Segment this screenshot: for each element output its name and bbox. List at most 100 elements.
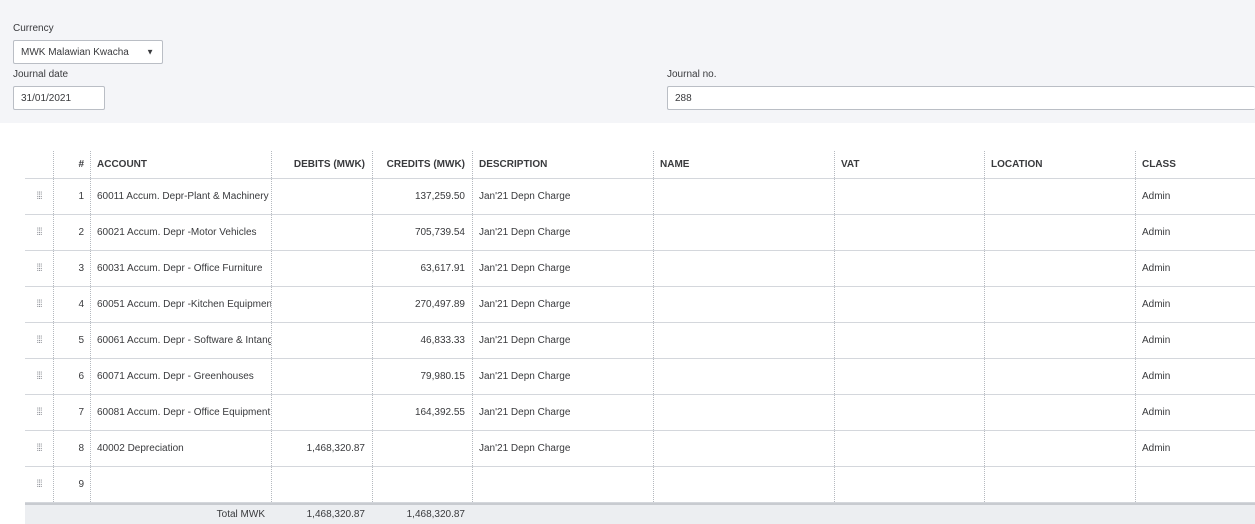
location-cell[interactable] bbox=[984, 287, 1135, 322]
drag-handle-icon[interactable]: ⁞⁞⁞ bbox=[25, 395, 53, 430]
vat-cell[interactable] bbox=[834, 467, 984, 502]
location-cell[interactable] bbox=[984, 251, 1135, 286]
col-header-num: # bbox=[78, 159, 84, 170]
table-row: ⁞⁞⁞ 6 60071 Accum. Depr - Greenhouses 79,98… bbox=[25, 359, 1255, 395]
journal-date-input[interactable]: 31/01/2021 bbox=[13, 86, 105, 110]
credit-cell[interactable]: 270,497.89 bbox=[372, 287, 472, 322]
credit-cell[interactable]: 79,980.15 bbox=[372, 359, 472, 394]
location-cell[interactable] bbox=[984, 467, 1135, 502]
account-cell[interactable] bbox=[90, 467, 271, 502]
line-number: 6 bbox=[78, 371, 84, 382]
drag-handle-icon[interactable]: ⁞⁞⁞ bbox=[25, 431, 53, 466]
class-cell[interactable] bbox=[1135, 467, 1255, 502]
class-cell[interactable]: Admin bbox=[1135, 179, 1255, 214]
account-cell[interactable]: 60021 Accum. Depr -Motor Vehicles bbox=[90, 215, 271, 250]
location-cell[interactable] bbox=[984, 359, 1135, 394]
credit-cell[interactable] bbox=[372, 467, 472, 502]
debit-cell[interactable]: 1,468,320.87 bbox=[271, 431, 372, 466]
line-number: 3 bbox=[78, 263, 84, 274]
account-cell[interactable]: 60081 Accum. Depr - Office Equipment bbox=[90, 395, 271, 430]
table-row: ⁞⁞⁞ 8 40002 Depreciation 1,468,320.87 Jan'21… bbox=[25, 431, 1255, 467]
name-cell[interactable] bbox=[653, 287, 834, 322]
name-cell[interactable] bbox=[653, 215, 834, 250]
drag-handle-icon[interactable]: ⁞⁞⁞ bbox=[25, 251, 53, 286]
location-cell[interactable] bbox=[984, 395, 1135, 430]
description-cell[interactable]: Jan'21 Depn Charge bbox=[472, 359, 653, 394]
credit-cell[interactable]: 137,259.50 bbox=[372, 179, 472, 214]
line-number: 9 bbox=[78, 479, 84, 490]
description-cell[interactable]: Jan'21 Depn Charge bbox=[472, 323, 653, 358]
currency-select[interactable]: MWK Malawian Kwacha ▼ bbox=[13, 40, 163, 64]
account-cell[interactable]: 40002 Depreciation bbox=[90, 431, 271, 466]
debit-cell[interactable] bbox=[271, 359, 372, 394]
vat-cell[interactable] bbox=[834, 359, 984, 394]
credit-cell[interactable]: 164,392.55 bbox=[372, 395, 472, 430]
currency-label: Currency bbox=[13, 23, 54, 34]
credit-cell[interactable]: 46,833.33 bbox=[372, 323, 472, 358]
vat-cell[interactable] bbox=[834, 395, 984, 430]
drag-handle-icon[interactable]: ⁞⁞⁞ bbox=[25, 287, 53, 322]
description-cell[interactable] bbox=[472, 467, 653, 502]
name-cell[interactable] bbox=[653, 359, 834, 394]
drag-handle-icon[interactable]: ⁞⁞⁞ bbox=[25, 359, 53, 394]
account-cell[interactable]: 60071 Accum. Depr - Greenhouses bbox=[90, 359, 271, 394]
table-header-row: # ACCOUNT DEBITS (MWK) CREDITS (MWK) DES… bbox=[25, 151, 1255, 179]
location-cell[interactable] bbox=[984, 323, 1135, 358]
vat-cell[interactable] bbox=[834, 323, 984, 358]
account-cell[interactable]: 60011 Accum. Depr-Plant & Machinery bbox=[90, 179, 271, 214]
class-cell[interactable]: Admin bbox=[1135, 431, 1255, 466]
credit-cell[interactable]: 63,617.91 bbox=[372, 251, 472, 286]
drag-handle-icon[interactable]: ⁞⁞⁞ bbox=[25, 179, 53, 214]
debit-cell[interactable] bbox=[271, 323, 372, 358]
vat-cell[interactable] bbox=[834, 251, 984, 286]
name-cell[interactable] bbox=[653, 431, 834, 466]
debit-cell[interactable] bbox=[271, 395, 372, 430]
description-cell[interactable]: Jan'21 Depn Charge bbox=[472, 395, 653, 430]
account-cell[interactable]: 60061 Accum. Depr - Software & Intangibl… bbox=[90, 323, 271, 358]
currency-select-value: MWK Malawian Kwacha bbox=[21, 46, 129, 58]
name-cell[interactable] bbox=[653, 323, 834, 358]
col-header-vat: VAT bbox=[841, 159, 860, 170]
debit-cell[interactable] bbox=[271, 467, 372, 502]
class-cell[interactable]: Admin bbox=[1135, 395, 1255, 430]
class-cell[interactable]: Admin bbox=[1135, 251, 1255, 286]
class-cell[interactable]: Admin bbox=[1135, 359, 1255, 394]
line-number: 8 bbox=[78, 443, 84, 454]
journal-no-input[interactable]: 288 bbox=[667, 86, 1255, 110]
description-cell[interactable]: Jan'21 Depn Charge bbox=[472, 287, 653, 322]
credit-cell[interactable] bbox=[372, 431, 472, 466]
name-cell[interactable] bbox=[653, 251, 834, 286]
name-cell[interactable] bbox=[653, 467, 834, 502]
journal-no-value: 288 bbox=[675, 92, 692, 104]
name-cell[interactable] bbox=[653, 179, 834, 214]
vat-cell[interactable] bbox=[834, 215, 984, 250]
drag-handle-icon[interactable]: ⁞⁞⁞ bbox=[25, 467, 53, 502]
debit-cell[interactable] bbox=[271, 179, 372, 214]
vat-cell[interactable] bbox=[834, 287, 984, 322]
account-cell[interactable]: 60051 Accum. Depr -Kitchen Equipment bbox=[90, 287, 271, 322]
debit-cell[interactable] bbox=[271, 251, 372, 286]
journal-date-label: Journal date bbox=[13, 69, 69, 80]
location-cell[interactable] bbox=[984, 179, 1135, 214]
debit-cell[interactable] bbox=[271, 215, 372, 250]
drag-handle-icon[interactable]: ⁞⁞⁞ bbox=[25, 215, 53, 250]
description-cell[interactable]: Jan'21 Depn Charge bbox=[472, 215, 653, 250]
location-cell[interactable] bbox=[984, 215, 1135, 250]
description-cell[interactable]: Jan'21 Depn Charge bbox=[472, 251, 653, 286]
description-cell[interactable]: Jan'21 Depn Charge bbox=[472, 179, 653, 214]
class-cell[interactable]: Admin bbox=[1135, 215, 1255, 250]
drag-handle-icon[interactable]: ⁞⁞⁞ bbox=[25, 323, 53, 358]
debit-cell[interactable] bbox=[271, 287, 372, 322]
class-cell[interactable]: Admin bbox=[1135, 323, 1255, 358]
table-row: ⁞⁞⁞ 4 60051 Accum. Depr -Kitchen Equipment… bbox=[25, 287, 1255, 323]
vat-cell[interactable] bbox=[834, 431, 984, 466]
name-cell[interactable] bbox=[653, 395, 834, 430]
location-cell[interactable] bbox=[984, 431, 1135, 466]
total-row: Total MWK 1,468,320.87 1,468,320.87 bbox=[25, 503, 1255, 524]
account-cell[interactable]: 60031 Accum. Depr - Office Furniture bbox=[90, 251, 271, 286]
credit-cell[interactable]: 705,739.54 bbox=[372, 215, 472, 250]
col-header-class: CLASS bbox=[1142, 159, 1176, 170]
vat-cell[interactable] bbox=[834, 179, 984, 214]
description-cell[interactable]: Jan'21 Depn Charge bbox=[472, 431, 653, 466]
class-cell[interactable]: Admin bbox=[1135, 287, 1255, 322]
